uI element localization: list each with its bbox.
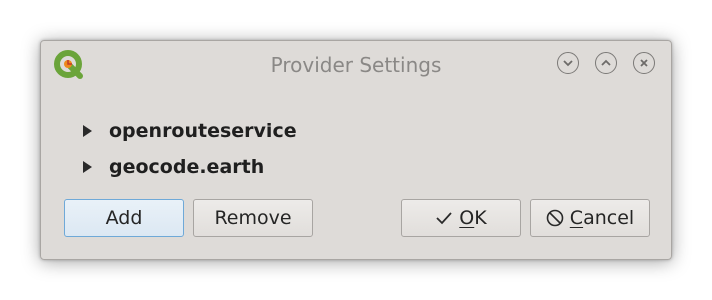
ok-button-label: OK xyxy=(459,207,487,229)
tree-item-label: openrouteservice xyxy=(109,120,297,142)
add-button[interactable]: Add xyxy=(64,199,184,237)
cancel-button-label: Cancel xyxy=(569,207,635,229)
check-icon xyxy=(435,210,453,226)
close-icon xyxy=(639,58,649,68)
chevron-down-icon xyxy=(562,59,574,67)
dialog-window: Provider Settings openrouteservice geoco… xyxy=(40,40,672,260)
remove-button-label: Remove xyxy=(214,207,292,229)
maximize-button[interactable] xyxy=(595,52,617,74)
triangle-right-icon[interactable] xyxy=(81,159,95,175)
ok-button[interactable]: OK xyxy=(401,199,521,237)
triangle-right-icon[interactable] xyxy=(81,123,95,139)
tree-item-geocode-earth[interactable]: geocode.earth xyxy=(81,153,264,181)
tree-item-label: geocode.earth xyxy=(109,156,265,178)
cancel-icon xyxy=(546,209,564,227)
title-bar[interactable]: Provider Settings xyxy=(41,41,671,85)
tree-item-openrouteservice[interactable]: openrouteservice xyxy=(81,117,297,145)
add-button-label: Add xyxy=(105,207,143,229)
remove-button[interactable]: Remove xyxy=(193,199,313,237)
close-button[interactable] xyxy=(633,52,655,74)
cancel-button[interactable]: Cancel xyxy=(530,199,650,237)
chevron-up-icon xyxy=(600,59,612,67)
minimize-button[interactable] xyxy=(557,52,579,74)
dialog-window-shadow: Provider Settings openrouteservice geoco… xyxy=(40,40,672,260)
